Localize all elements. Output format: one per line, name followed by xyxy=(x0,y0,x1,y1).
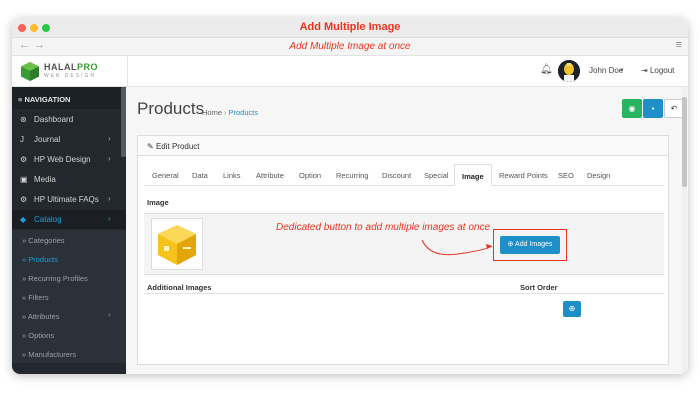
sidebar-item-media[interactable]: ▣ Media xyxy=(12,170,126,189)
add-image-row-button[interactable]: ⊕ xyxy=(563,301,581,317)
menu-icon[interactable]: ≡ xyxy=(676,39,682,51)
sidebar-subitem-attributes[interactable]: » Attributes › xyxy=(12,306,126,325)
sidebar-subitem-filters[interactable]: » Filters xyxy=(12,287,126,306)
preview-button[interactable]: ◉ xyxy=(622,99,642,118)
image-section-label: Image xyxy=(147,198,169,207)
tab-option[interactable]: Option xyxy=(299,171,321,180)
caret-down-icon[interactable]: ▾ xyxy=(620,66,624,74)
tab-attribute[interactable]: Attribute xyxy=(256,171,284,180)
product-box-image xyxy=(158,225,196,265)
logo[interactable]: HALALPRO WEB DESIGN xyxy=(12,56,128,87)
avatar[interactable] xyxy=(558,60,580,82)
window-title: Add Multiple Image xyxy=(299,21,401,33)
tab-image[interactable]: Image xyxy=(454,164,492,186)
tab-seo[interactable]: SEO xyxy=(558,171,574,180)
breadcrumb: Home › Products xyxy=(202,108,259,117)
logout-link[interactable]: ⇥ Logout xyxy=(641,66,674,75)
journal-icon: J xyxy=(20,135,24,144)
breadcrumb-products[interactable]: Products xyxy=(229,108,259,117)
product-tabs: General Data Links Attribute Option Recu… xyxy=(144,164,664,186)
logo-subtext: WEB DESIGN xyxy=(44,73,96,79)
sidebar-subitem-products[interactable]: » Products xyxy=(12,249,126,268)
main-content: Products Home › Products ◉ ▪ ↶ ✎ Edit Prod… xyxy=(126,87,688,374)
page-scrollbar[interactable] xyxy=(682,87,687,374)
save-icon: ▪ xyxy=(651,104,655,113)
panel-heading: ✎ Edit Product xyxy=(138,136,668,156)
browser-window: Add Multiple Image ← → Add Multiple Imag… xyxy=(12,18,688,374)
tab-design[interactable]: Design xyxy=(587,171,610,180)
tag-icon: ◆ xyxy=(20,215,27,224)
dashboard-icon: ⊛ xyxy=(20,115,27,124)
chevron-right-icon: › xyxy=(108,194,111,203)
sidebar-item-hp-web-design[interactable]: ⚙ HP Web Design › xyxy=(12,150,126,169)
user-name[interactable]: John Doe xyxy=(589,66,623,75)
chevron-right-icon: › xyxy=(108,134,111,143)
highlight-box: ⊕ Add Images xyxy=(493,229,567,261)
sidebar-item-journal[interactable]: J Journal › xyxy=(12,130,126,149)
reply-icon: ↶ xyxy=(670,104,678,113)
sidebar-subitem-manufacturers[interactable]: » Manufacturers xyxy=(12,344,126,363)
sidebar-subitem-categories[interactable]: » Categories xyxy=(12,230,126,249)
puzzle-icon: ⚙ xyxy=(20,155,28,164)
panel-title: Edit Product xyxy=(155,142,200,151)
sign-out-icon: ⇥ xyxy=(641,66,650,75)
puzzle-icon: ⚙ xyxy=(20,195,28,204)
product-image-thumbnail[interactable] xyxy=(151,218,203,270)
title-bar: Add Multiple Image xyxy=(12,18,688,38)
divider xyxy=(144,293,664,294)
annotation-arrow-icon xyxy=(421,239,493,256)
sidebar-item-dashboard[interactable]: ⊛ Dashboard xyxy=(12,110,126,129)
tab-special[interactable]: Special xyxy=(424,171,449,180)
image-row: Dedicated button to add multiple images … xyxy=(144,213,664,275)
image-icon: ▣ xyxy=(20,175,28,184)
tab-recurring[interactable]: Recurring xyxy=(336,171,369,180)
tab-links[interactable]: Links xyxy=(223,171,241,180)
tab-discount[interactable]: Discount xyxy=(382,171,411,180)
tab-general[interactable]: General xyxy=(152,171,179,180)
admin-header: HALALPRO WEB DESIGN 🔔︎ John Doe ▾ ⇥ Logo… xyxy=(12,56,688,87)
page-title: Products xyxy=(137,99,205,118)
tab-data[interactable]: Data xyxy=(192,171,208,180)
sidebar-item-catalog[interactable]: ◆ Catalog › xyxy=(12,210,126,229)
tab-reward-points[interactable]: Reward Points xyxy=(499,171,548,180)
annotation-text: Dedicated button to add multiple images … xyxy=(276,222,491,233)
address-bar: ← → Add Multiple Image at once ≡ xyxy=(12,38,688,56)
chevron-right-icon: › xyxy=(108,154,111,163)
plus-circle-icon: ⊕ xyxy=(568,304,576,313)
sidebar: ≡ NAVIGATION ⊛ Dashboard J Journal › ⚙ H… xyxy=(12,87,126,374)
chevron-down-icon: › xyxy=(108,214,111,223)
breadcrumb-home[interactable]: Home xyxy=(202,108,222,117)
save-button[interactable]: ▪ xyxy=(643,99,663,118)
sidebar-subitem-options[interactable]: » Options xyxy=(12,325,126,344)
chevron-right-icon: › xyxy=(108,310,111,319)
add-images-button[interactable]: ⊕ Add Images xyxy=(500,236,560,254)
sidebar-subitem-recurring-profiles[interactable]: » Recurring Profiles xyxy=(12,268,126,287)
sidebar-item-hp-ultimate-faqs[interactable]: ⚙ HP Ultimate FAQs › xyxy=(12,190,126,209)
plus-circle-icon: ⊕ xyxy=(507,241,516,248)
page-scrollbar-thumb[interactable] xyxy=(682,97,687,187)
logo-cube-icon xyxy=(21,62,39,81)
url-caption: Add Multiple Image at once xyxy=(289,41,411,52)
additional-images-header: Additional Images xyxy=(147,283,212,292)
back-button[interactable]: ↶ xyxy=(664,99,684,118)
nav-heading: ≡ NAVIGATION xyxy=(12,87,126,109)
bell-icon[interactable]: 🔔︎ xyxy=(540,64,553,75)
edit-product-panel: ✎ Edit Product General Data Links Attrib… xyxy=(137,135,669,365)
eye-icon: ◉ xyxy=(628,104,636,113)
logo-text: HALALPRO xyxy=(44,62,99,72)
sort-order-header: Sort Order xyxy=(520,283,558,292)
pencil-icon: ✎ xyxy=(147,142,156,151)
